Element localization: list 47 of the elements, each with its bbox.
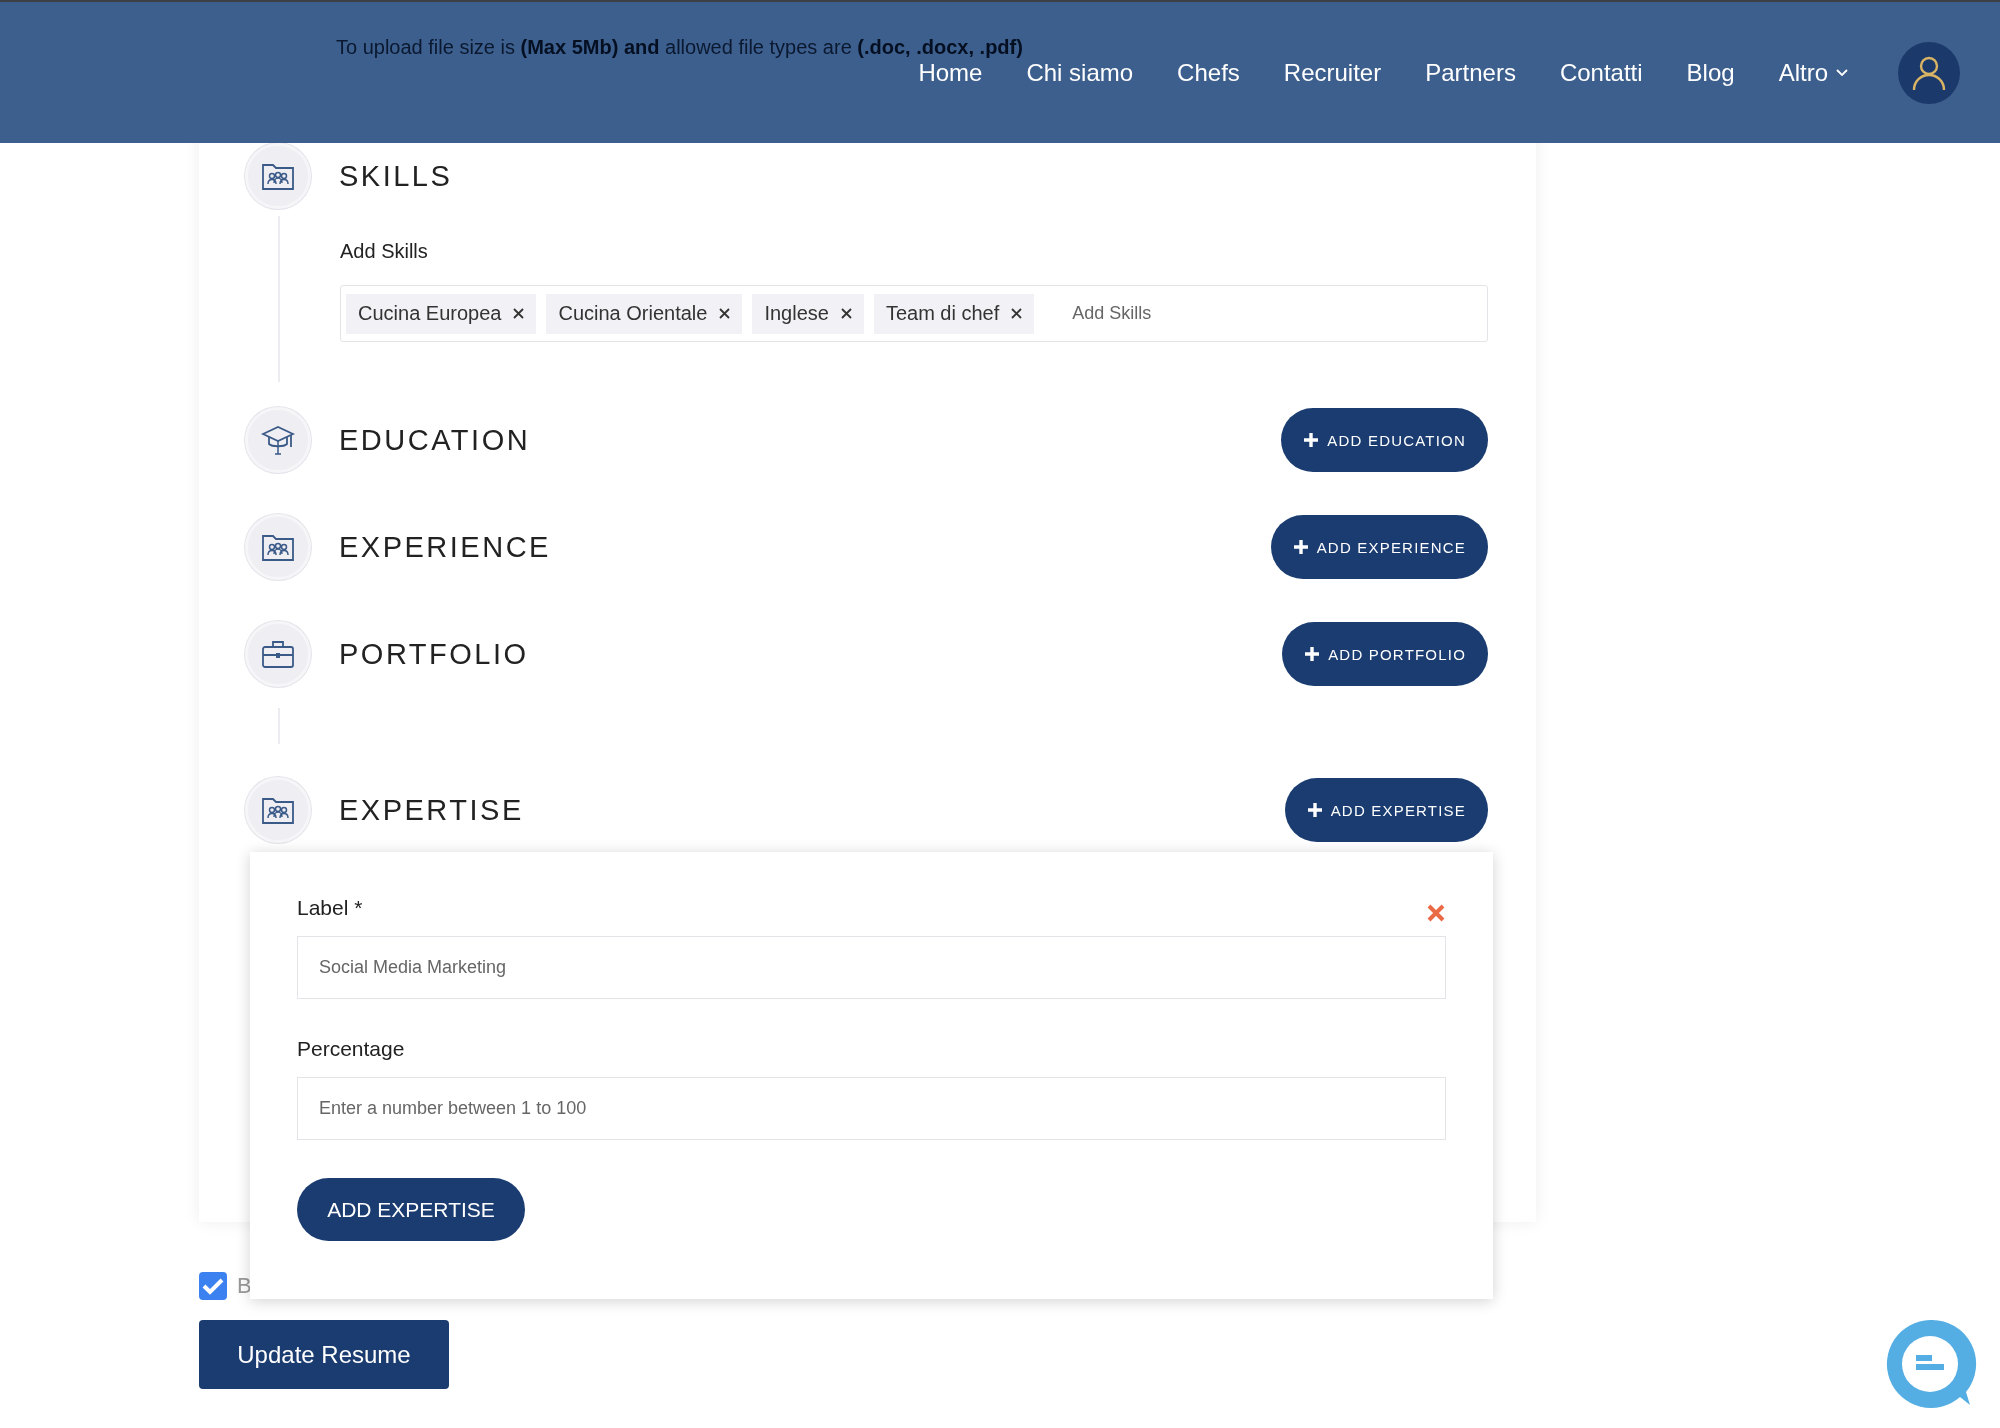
text-field[interactable]: Enter a number between 1 to 100 [297, 1077, 1446, 1140]
section-title: EXPERIENCE [339, 530, 552, 564]
section-icon [245, 407, 311, 473]
tag-label: Team di chef [885, 302, 1000, 325]
nav-link[interactable]: Altro [1778, 59, 1848, 87]
section-icon [245, 621, 311, 687]
section-icon [245, 514, 311, 580]
nav-link[interactable]: Contatti [1559, 59, 1643, 87]
section-title: SKILLS [339, 159, 454, 193]
plus-icon [1306, 802, 1323, 818]
plus-icon [1292, 539, 1309, 555]
plus-icon [1304, 646, 1321, 662]
remove-icon[interactable] [513, 308, 525, 319]
section-icon [245, 143, 311, 209]
update-resume-button[interactable]: Update Resume [199, 1320, 449, 1389]
checkbox[interactable] [199, 1272, 227, 1300]
add-section-button[interactable]: ADD PORTFOLIO [1282, 622, 1488, 686]
add-section-button[interactable]: ADD EXPERIENCE [1270, 515, 1488, 579]
tag-label: Cucina Orientale [558, 302, 708, 325]
plus-icon [1303, 432, 1320, 448]
section-title: EXPERTISE [339, 793, 525, 827]
add-section-button[interactable]: ADD EXPERTISE [1284, 778, 1488, 842]
close-icon[interactable] [1427, 904, 1445, 922]
add-expertise-button[interactable]: ADD EXPERTISE [297, 1178, 525, 1241]
section-title: EDUCATION [339, 423, 532, 457]
text-field[interactable]: Social Media Marketing [297, 936, 1446, 999]
nav-link[interactable]: Chi siamo [1026, 59, 1134, 87]
field-label: Percentage [297, 1037, 405, 1061]
caret-icon [1836, 69, 1848, 77]
section-title: PORTFOLIO [339, 637, 530, 671]
remove-icon[interactable] [719, 308, 731, 319]
nav-link[interactable]: Chefs [1177, 59, 1240, 87]
field-label: Label * [297, 896, 363, 920]
nav-link[interactable]: Recruiter [1283, 59, 1382, 87]
nav-link[interactable]: Partners [1425, 59, 1516, 87]
upload-note: To upload file size is (Max 5Mb) and allowed file types are (.doc, .docx, .pdf) [336, 36, 1023, 59]
remove-icon[interactable] [1011, 308, 1023, 319]
add-section-button[interactable]: ADD EDUCATION [1281, 408, 1488, 472]
section-icon [245, 777, 311, 843]
tag-label: Cucina Europea [358, 302, 502, 325]
nav-link[interactable]: Blog [1686, 59, 1735, 87]
remove-icon[interactable] [840, 308, 852, 319]
tag-label: Inglese [764, 302, 829, 325]
nav-link[interactable]: Home [918, 59, 983, 87]
checkbox-label: B [237, 1273, 252, 1299]
field-label: Add Skills [340, 240, 429, 263]
person-icon [1912, 55, 1946, 91]
